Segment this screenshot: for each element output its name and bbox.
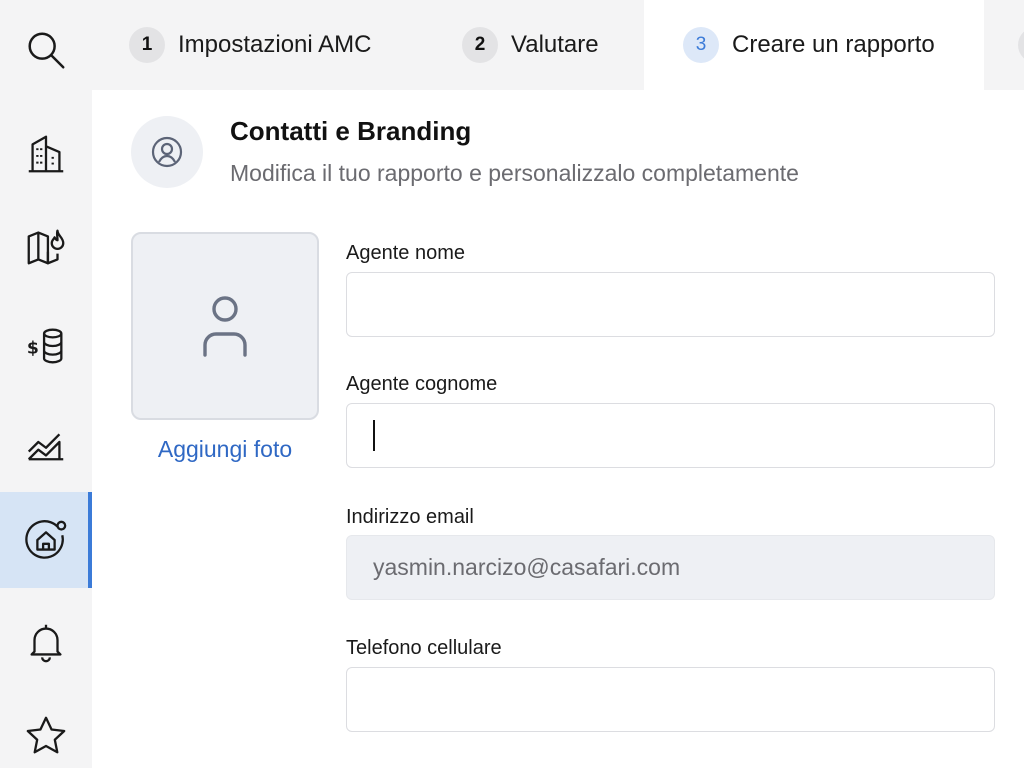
phone-input[interactable] [346,667,995,732]
chart-area-icon [27,433,64,461]
section-title: Contatti e Branding [230,116,472,146]
step-number: 2 [462,27,498,63]
photo-upload[interactable] [131,232,319,420]
star-icon [26,716,66,754]
bell-icon [30,624,62,663]
tab-step-1[interactable]: 1 Impostazioni AMC [129,0,371,90]
sidebar-item-properties[interactable] [0,106,92,202]
svg-text:$: $ [27,339,39,359]
step-number: 3 [683,27,719,63]
step-label: Creare un rapporto [732,31,935,58]
user-icon [203,296,247,357]
building-icon [28,135,64,173]
add-photo-link[interactable]: Aggiungi foto [131,436,319,463]
step-number [1018,27,1024,63]
step-label: Impostazioni AMC [178,31,372,58]
sidebar: $ [0,0,92,768]
section-icon [131,116,203,188]
email-input [346,535,995,600]
phone-label: Telefono cellulare [346,637,502,659]
first-name-input[interactable] [346,272,995,337]
stepper-tabs: 1 Impostazioni AMC 2 Valutare 3 Creare u… [92,0,1024,90]
last-name-input[interactable] [346,403,995,468]
email-label: Indirizzo email [346,506,474,528]
user-circle-icon [151,136,183,168]
sidebar-item-analytics[interactable] [0,394,92,490]
last-name-label: Agente cognome [346,373,498,395]
tab-step-3[interactable]: 3 Creare un rapporto [644,0,984,90]
section-subtitle: Modifica il tuo rapporto e personalizzal… [230,160,799,186]
sidebar-item-notifications[interactable] [0,594,92,690]
sidebar-item-market-map[interactable] [0,198,92,294]
sidebar-item-home-reports[interactable] [0,492,92,588]
search-icon [28,32,65,69]
sidebar-item-favorites[interactable] [0,688,92,768]
step-number: 1 [129,27,165,63]
sidebar-item-search[interactable] [0,2,92,98]
map-fire-icon [27,229,65,265]
tab-step-next[interactable] [984,0,1024,90]
step-label: Valutare [511,31,599,58]
first-name-label: Agente nome [346,242,465,264]
sidebar-item-finance[interactable]: $ [0,298,92,394]
dollar-database-icon: $ [27,328,63,364]
text-caret [373,420,375,451]
tab-step-2[interactable]: 2 Valutare [462,0,599,90]
home-notification-icon [25,520,67,559]
